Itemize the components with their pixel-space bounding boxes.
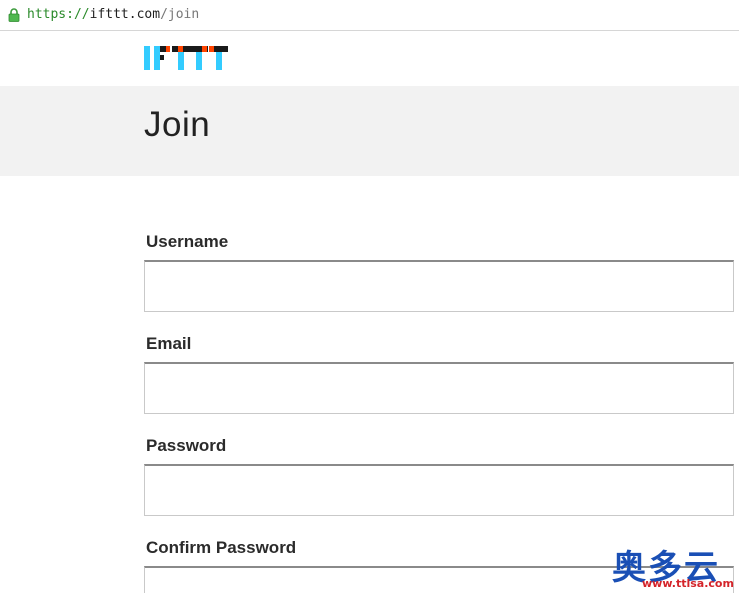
watermark-url: www.ttlsa.com xyxy=(642,577,734,590)
url-scheme: https:// xyxy=(27,7,90,22)
address-url[interactable]: https://ifttt.com/join xyxy=(27,7,199,22)
watermark: 奥多云 www.ttlsa.com xyxy=(608,540,738,593)
email-input[interactable] xyxy=(144,362,734,414)
page-title: Join xyxy=(144,105,211,144)
page-header-band xyxy=(0,86,739,176)
lock-icon xyxy=(8,8,20,22)
password-label: Password xyxy=(146,436,227,455)
url-host: ifttt.com xyxy=(89,7,161,22)
email-label: Email xyxy=(146,334,192,353)
username-input[interactable] xyxy=(144,260,734,312)
confirm-password-label: Confirm Password xyxy=(146,538,297,557)
address-bar[interactable]: https://ifttt.com/join xyxy=(0,0,739,31)
url-path: /join xyxy=(160,7,200,22)
password-input[interactable] xyxy=(144,464,734,516)
username-label: Username xyxy=(146,232,229,251)
ifttt-logo[interactable] xyxy=(144,46,228,70)
page: https://ifttt.com/join Join Username Ema… xyxy=(0,0,739,593)
